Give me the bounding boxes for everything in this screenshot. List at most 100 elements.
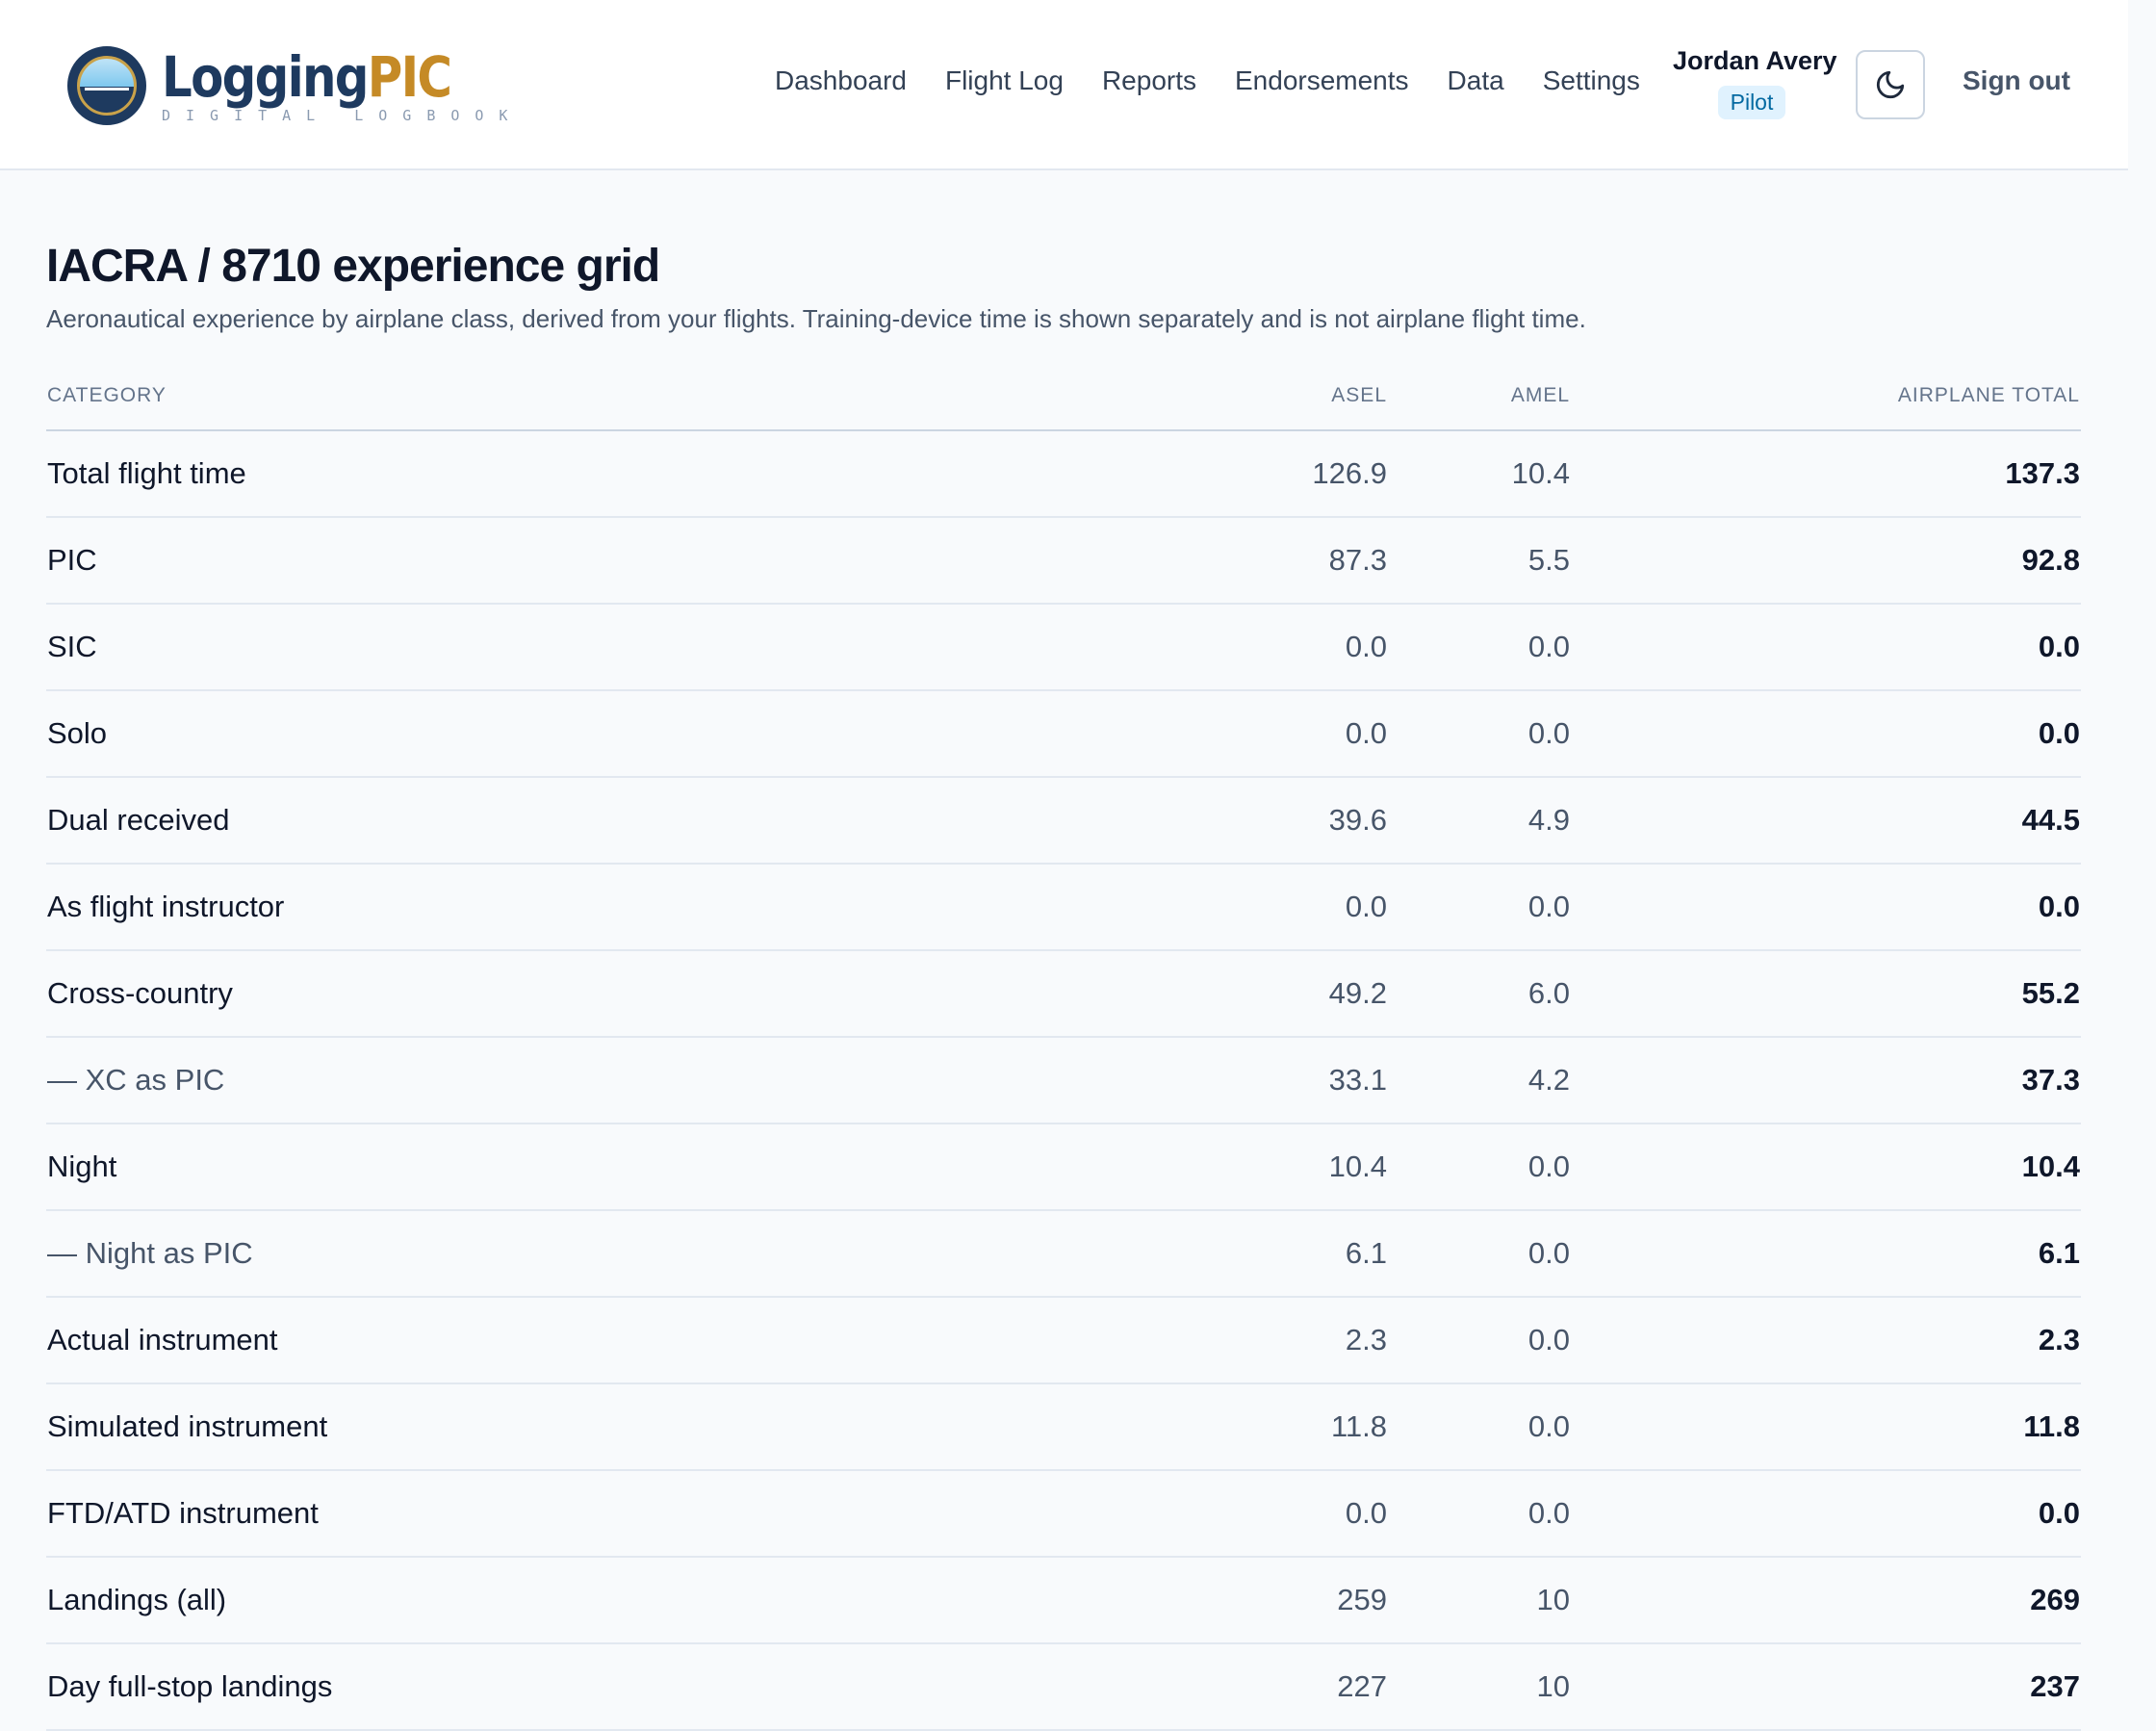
nav-data[interactable]: Data [1448,65,1504,96]
table-row: Cross-country 49.2 6.0 55.2 [46,950,2081,1038]
amel-cell: 4.2 [1388,1037,1571,1124]
experience-grid-table: CATEGORY ASEL AMEL AIRPLANE TOTAL Total … [46,376,2081,1731]
table-row: — XC as PIC 33.1 4.2 37.3 [46,1037,2081,1124]
table-row: Simulated instrument 11.8 0.0 11.8 [46,1383,2081,1471]
amel-cell: 0.0 [1388,1297,1571,1384]
table-row: SIC 0.0 0.0 0.0 [46,604,2081,691]
theme-toggle-button[interactable] [1856,50,1925,119]
category-cell: — XC as PIC [46,1037,1201,1124]
category-cell: Cross-country [46,950,1201,1038]
table-row: As flight instructor 0.0 0.0 0.0 [46,864,2081,951]
table-row: Landings (all) 259 10 269 [46,1557,2081,1644]
top-navigation-bar: LoggingPIC DIGITAL LOGBOOK Dashboard Fli… [0,0,2128,170]
airplane-total-cell: 0.0 [1571,690,2081,778]
column-header-category: CATEGORY [46,376,1201,431]
category-cell: Actual instrument [46,1297,1201,1384]
category-cell: PIC [46,517,1201,605]
asel-cell: 10.4 [1201,1124,1388,1211]
nav-reports[interactable]: Reports [1102,65,1196,96]
user-role-badge: Pilot [1717,86,1786,119]
main-content: IACRA / 8710 experience grid Aeronautica… [46,170,2081,1731]
logo[interactable]: LoggingPIC DIGITAL LOGBOOK [67,44,523,127]
amel-cell: 4.9 [1388,777,1571,865]
nav-endorsements[interactable]: Endorsements [1235,65,1409,96]
table-row: FTD/ATD instrument 0.0 0.0 0.0 [46,1470,2081,1558]
amel-cell: 10 [1388,1643,1571,1731]
table-row: — Night as PIC 6.1 0.0 6.1 [46,1210,2081,1298]
page-title: IACRA / 8710 experience grid [46,241,660,292]
page-subtitle: Aeronautical experience by airplane clas… [46,304,1586,333]
amel-cell: 0.0 [1388,1124,1571,1211]
asel-cell: 126.9 [1201,430,1388,518]
asel-cell: 0.0 [1201,690,1388,778]
amel-cell: 0.0 [1388,1470,1571,1558]
logo-wordmark: LoggingPIC [162,47,473,107]
airplane-total-cell: 0.0 [1571,604,2081,691]
logo-text: LoggingPIC DIGITAL LOGBOOK [162,47,523,124]
amel-cell: 0.0 [1388,690,1571,778]
category-cell: FTD/ATD instrument [46,1470,1201,1558]
user-name: Jordan Avery [1673,46,1837,75]
table-row: Day full-stop landings 227 10 237 [46,1643,2081,1731]
amel-cell: 10 [1388,1557,1571,1644]
amel-cell: 0.0 [1388,1210,1571,1298]
airplane-total-cell: 11.8 [1571,1383,2081,1471]
category-cell: Night [46,1124,1201,1211]
moon-icon [1876,70,1905,99]
airplane-total-cell: 0.0 [1571,1470,2081,1558]
asel-cell: 11.8 [1201,1383,1388,1471]
table-row: Solo 0.0 0.0 0.0 [46,690,2081,778]
category-cell: Simulated instrument [46,1383,1201,1471]
asel-cell: 259 [1201,1557,1388,1644]
nav-settings[interactable]: Settings [1543,65,1640,96]
sign-out-button[interactable]: Sign out [1963,65,2070,96]
airplane-total-cell: 44.5 [1571,777,2081,865]
amel-cell: 0.0 [1388,864,1571,951]
amel-cell: 0.0 [1388,1383,1571,1471]
airplane-total-cell: 10.4 [1571,1124,2081,1211]
logo-word-accent: PIC [367,44,452,110]
attitude-indicator-logo-icon [67,46,146,125]
main-nav: Dashboard Flight Log Reports Endorsement… [775,65,1679,96]
airplane-total-cell: 2.3 [1571,1297,2081,1384]
category-cell: As flight instructor [46,864,1201,951]
table-body: Total flight time 126.9 10.4 137.3 PIC 87.3 5.… [46,430,2081,1731]
category-cell: Day full-stop landings [46,1643,1201,1731]
airplane-total-cell: 37.3 [1571,1037,2081,1124]
asel-cell: 0.0 [1201,864,1388,951]
column-header-amel: AMEL [1388,376,1571,431]
asel-cell: 6.1 [1201,1210,1388,1298]
airplane-total-cell: 0.0 [1571,864,2081,951]
table-row: Actual instrument 2.3 0.0 2.3 [46,1297,2081,1384]
asel-cell: 39.6 [1201,777,1388,865]
amel-cell: 10.4 [1388,430,1571,518]
category-cell: SIC [46,604,1201,691]
category-cell: Landings (all) [46,1557,1201,1644]
airplane-total-cell: 269 [1571,1557,2081,1644]
table-header-row: CATEGORY ASEL AMEL AIRPLANE TOTAL [46,376,2081,431]
asel-cell: 0.0 [1201,1470,1388,1558]
airplane-total-cell: 237 [1571,1643,2081,1731]
table-row: Dual received 39.6 4.9 44.5 [46,777,2081,865]
asel-cell: 49.2 [1201,950,1388,1038]
category-cell: — Night as PIC [46,1210,1201,1298]
asel-cell: 33.1 [1201,1037,1388,1124]
table-row: Total flight time 126.9 10.4 137.3 [46,430,2081,518]
user-info: Jordan Avery Pilot [1673,46,1837,119]
table-row: PIC 87.3 5.5 92.8 [46,517,2081,605]
airplane-total-cell: 6.1 [1571,1210,2081,1298]
table-row: Night 10.4 0.0 10.4 [46,1124,2081,1211]
nav-flight-log[interactable]: Flight Log [945,65,1064,96]
asel-cell: 0.0 [1201,604,1388,691]
category-cell: Total flight time [46,430,1201,518]
amel-cell: 5.5 [1388,517,1571,605]
column-header-asel: ASEL [1201,376,1388,431]
logo-word-primary: Logging [162,44,369,110]
airplane-total-cell: 55.2 [1571,950,2081,1038]
airplane-total-cell: 137.3 [1571,430,2081,518]
nav-dashboard[interactable]: Dashboard [775,65,907,96]
category-cell: Dual received [46,777,1201,865]
airplane-total-cell: 92.8 [1571,517,2081,605]
asel-cell: 87.3 [1201,517,1388,605]
amel-cell: 0.0 [1388,604,1571,691]
